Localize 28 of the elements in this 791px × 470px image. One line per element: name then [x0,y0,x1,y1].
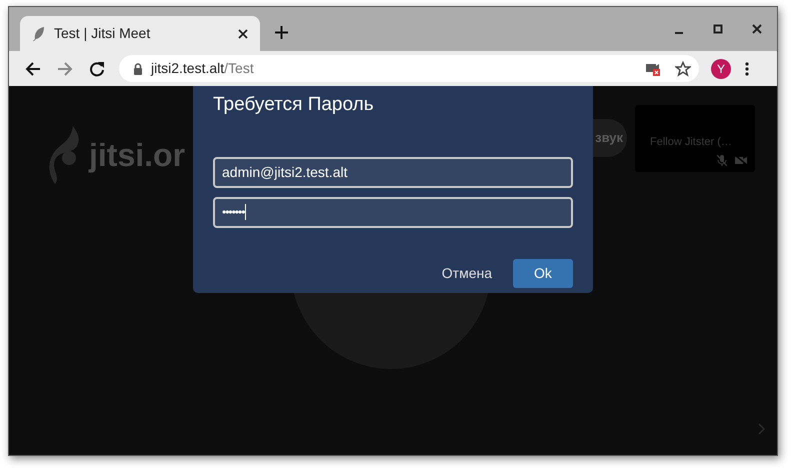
pill-text: звук [595,129,623,148]
url-path: /Test [224,59,254,78]
close-icon[interactable] [238,28,248,38]
new-tab-icon[interactable] [275,26,288,39]
text-cursor [245,204,246,220]
username-value: admin@jitsi2.test.alt [222,162,348,182]
participant-name: Fellow Jitster (… [650,135,732,150]
ok-button[interactable]: Ok [513,258,573,288]
back-icon[interactable] [25,60,41,76]
profile-avatar[interactable]: Y [711,58,731,78]
tab-title: Test | Jitsi Meet [54,24,152,43]
blocked-camera-icon[interactable] [645,62,661,76]
url-host: jitsi2.test.alt [151,59,224,78]
close-icon[interactable] [751,23,763,35]
star-icon[interactable] [675,60,691,76]
dialog-title: Требуется Пароль [213,93,375,117]
password-value: ••••••• [222,204,244,221]
lock-icon [133,62,143,74]
maximize-icon[interactable] [712,23,724,35]
logo-text: jitsi.or [89,136,186,175]
browser-tab[interactable]: Test | Jitsi Meet [20,16,260,51]
password-field[interactable]: ••••••• [213,196,573,228]
forward-icon[interactable] [57,60,73,76]
username-field[interactable]: admin@jitsi2.test.alt [213,156,573,188]
cancel-button[interactable]: Отмена [442,258,492,288]
address-bar[interactable]: jitsi2.test.alt/Test [119,55,699,82]
reload-icon[interactable] [89,60,105,76]
menu-icon[interactable] [745,62,749,76]
